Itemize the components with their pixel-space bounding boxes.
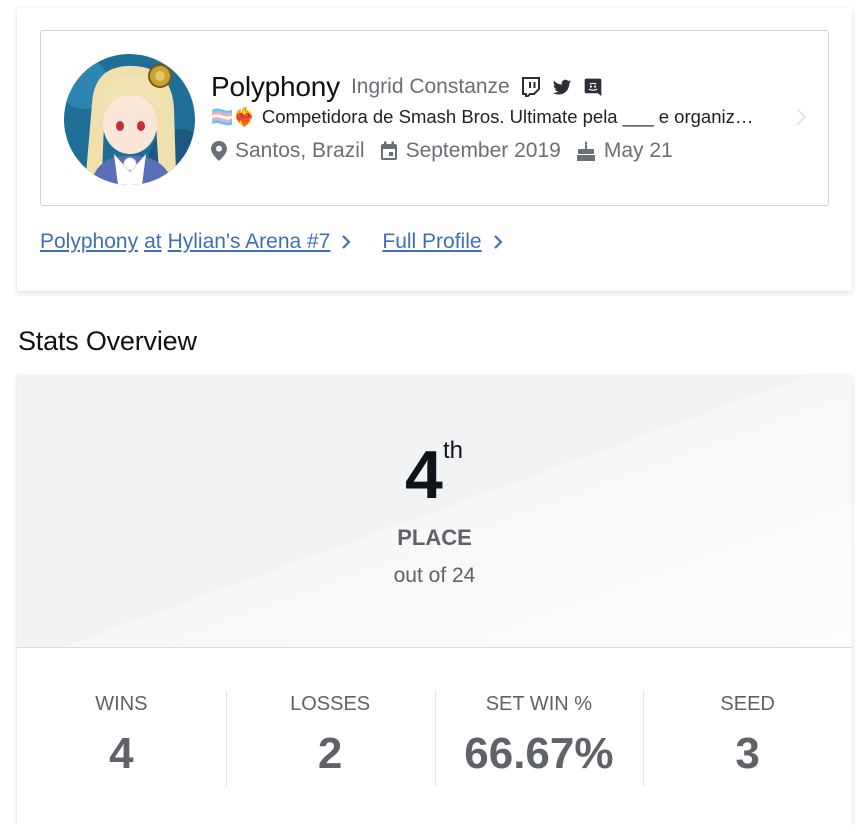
place-label: PLACE: [397, 525, 472, 550]
placement-number: 4: [405, 437, 443, 513]
joined-item: September 2019: [380, 139, 561, 163]
stat-label: SET WIN %: [485, 693, 593, 715]
stat-seed: SEED 3: [643, 691, 852, 786]
stat-losses: LOSSES 2: [225, 691, 435, 786]
out-of-entrants: out of 24: [393, 564, 476, 587]
cake-icon: [576, 141, 595, 161]
meta-row: Santos, Brazil September 2019 May 21: [211, 134, 786, 168]
stats-panel: 4 th PLACE out of 24 WINS 4 LOSSES 2 SET…: [17, 375, 852, 825]
joined-text: September 2019: [405, 139, 561, 162]
real-name: Ingrid Constanze: [350, 75, 510, 98]
user-card[interactable]: Polyphony Ingrid Constanze: [40, 30, 829, 206]
chevron-right-icon[interactable]: [794, 107, 808, 127]
stat-value: 4: [109, 729, 134, 778]
bio-flags: 🏳️‍⚧️❤️‍🔥: [211, 106, 256, 127]
placement-hero: 4 th PLACE out of 24: [17, 375, 852, 648]
player-link-text[interactable]: Polyphony: [40, 230, 138, 254]
full-profile-text[interactable]: Full Profile: [382, 230, 481, 254]
at-text[interactable]: at: [144, 230, 162, 254]
profile-panel: Polyphony Ingrid Constanze: [17, 8, 852, 291]
full-profile-link[interactable]: Full Profile: [382, 230, 503, 254]
stat-value: 66.67%: [464, 729, 614, 778]
birthday-item: May 21: [576, 139, 673, 163]
twitch-icon[interactable]: [521, 77, 541, 97]
gamertag: Polyphony: [211, 71, 340, 102]
player-at-tournament-link[interactable]: Polyphony at Hylian's Arena #7: [40, 230, 352, 254]
stat-grid: WINS 4 LOSSES 2 SET WIN % 66.67% SEED 3: [17, 691, 852, 786]
location-pin-icon: [211, 141, 227, 161]
stat-value: 2: [317, 729, 343, 778]
calendar-icon: [380, 141, 397, 160]
tournament-link-text[interactable]: Hylian's Arena #7: [168, 230, 331, 254]
stats-overview-title: Stats Overview: [18, 326, 197, 356]
name-row: Polyphony Ingrid Constanze: [211, 69, 786, 105]
location-item: Santos, Brazil: [211, 139, 365, 163]
links-row: Polyphony at Hylian's Arena #7 Full Prof…: [40, 230, 504, 254]
stat-label: LOSSES: [290, 693, 371, 715]
placement-suffix: th: [443, 437, 464, 464]
stat-label: SEED: [720, 693, 775, 715]
birthday-text: May 21: [603, 139, 673, 162]
stat-set-win-percent: SET WIN % 66.67%: [434, 691, 644, 786]
chevron-right-icon: [493, 235, 503, 249]
user-info: Polyphony Ingrid Constanze: [211, 69, 786, 168]
discord-icon[interactable]: [583, 77, 603, 97]
avatar: [64, 54, 195, 185]
stat-wins: WINS 4: [17, 691, 226, 786]
chevron-right-icon: [342, 235, 351, 249]
stat-value: 3: [735, 729, 760, 778]
bio-text: Competidora de Smash Bros. Ultimate pela…: [261, 106, 754, 127]
bio-row: 🏳️‍⚧️❤️‍🔥 Competidora de Smash Bros. Ult…: [211, 103, 786, 131]
location-text: Santos, Brazil: [235, 139, 365, 162]
twitter-icon[interactable]: [552, 77, 572, 97]
stat-label: WINS: [95, 693, 148, 715]
